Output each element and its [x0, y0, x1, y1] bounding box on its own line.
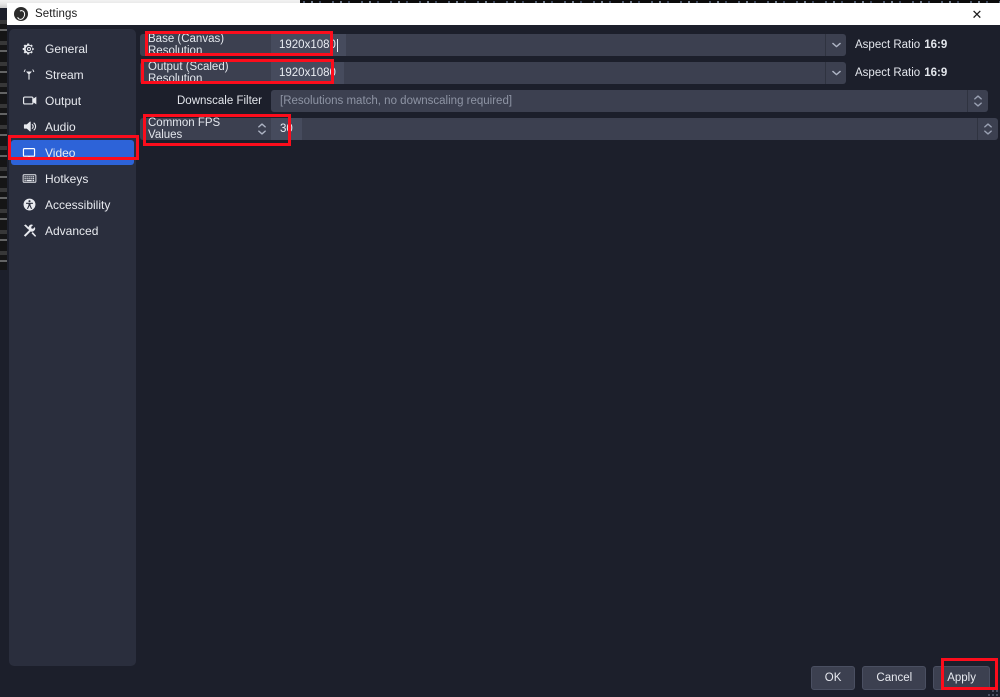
- cancel-button[interactable]: Cancel: [862, 666, 927, 690]
- sidebar-item-label: General: [45, 41, 88, 56]
- chevron-down-icon[interactable]: [825, 62, 846, 84]
- desktop-left-stripes: [0, 20, 7, 270]
- output-scaled-resolution-input[interactable]: 1920x1080: [271, 62, 344, 84]
- accessibility-icon: [21, 197, 37, 213]
- combobox-fill: [345, 34, 825, 56]
- sidebar-item-label: Accessibility: [45, 197, 111, 212]
- output-scaled-resolution-value: 1920x1080: [279, 67, 336, 79]
- video-settings-pane: Base (Canvas) Resolution 1920x1080 Aspec…: [140, 29, 998, 666]
- sidebar-item-stream[interactable]: Stream: [11, 62, 134, 87]
- downscale-filter-combobox[interactable]: [Resolutions match, no downscaling requi…: [271, 90, 988, 112]
- aspect-ratio-value: 16:9: [924, 39, 948, 51]
- sidebar-item-label: Video: [45, 145, 76, 160]
- output-scaled-resolution-combobox[interactable]: 1920x1080: [271, 62, 846, 84]
- base-canvas-resolution-value: 1920x1080: [279, 39, 336, 51]
- fps-type-label: Common FPS Values: [140, 117, 253, 141]
- sidebar-item-hotkeys[interactable]: Hotkeys: [11, 166, 134, 191]
- monitor-icon: [21, 145, 37, 161]
- ok-button[interactable]: OK: [810, 666, 856, 690]
- base-canvas-resolution-input[interactable]: 1920x1080: [271, 34, 346, 56]
- sidebar-item-accessibility[interactable]: Accessibility: [11, 192, 134, 217]
- fps-type-spinner-updown-icon[interactable]: [253, 118, 271, 140]
- sidebar-item-advanced[interactable]: Advanced: [11, 218, 134, 243]
- sidebar-item-label: Output: [45, 93, 82, 108]
- output-aspect-ratio-label: Aspect Ratio 16:9: [846, 62, 947, 84]
- sidebar-item-output[interactable]: Output: [11, 88, 134, 113]
- sidebar-item-video[interactable]: Video: [11, 140, 134, 165]
- dialog-body: General Stream Output Audio Video Hotkey…: [7, 25, 1000, 697]
- base-aspect-ratio-label: Aspect Ratio 16:9: [846, 34, 947, 56]
- settings-window: Settings ✕ General Stream Output Audio V…: [7, 3, 1000, 697]
- broadcast-icon: [21, 67, 37, 83]
- base-canvas-resolution-label: Base (Canvas) Resolution: [140, 33, 271, 57]
- aspect-ratio-prefix: Aspect Ratio: [855, 39, 921, 51]
- output-scaled-resolution-row: Output (Scaled) Resolution 1920x1080 Asp…: [140, 61, 998, 85]
- sidebar-item-label: Audio: [45, 119, 76, 134]
- chevron-down-icon[interactable]: [825, 34, 846, 56]
- sidebar-item-general[interactable]: General: [11, 36, 134, 61]
- text-caret: [336, 38, 338, 52]
- wrench-icon: [21, 223, 37, 239]
- base-canvas-resolution-combobox[interactable]: 1920x1080: [271, 34, 846, 56]
- spinner-updown-icon[interactable]: [977, 118, 998, 140]
- settings-sidebar: General Stream Output Audio Video Hotkey…: [9, 29, 136, 666]
- output-screen-icon: [21, 93, 37, 109]
- aspect-ratio-value: 16:9: [924, 67, 948, 79]
- downscale-filter-placeholder: [Resolutions match, no downscaling requi…: [280, 95, 513, 107]
- aspect-ratio-prefix: Aspect Ratio: [855, 67, 921, 79]
- close-icon[interactable]: ✕: [954, 3, 1000, 25]
- dialog-footer: OK Cancel Apply: [810, 666, 990, 690]
- title-bar: Settings ✕: [7, 3, 1000, 26]
- obs-logo-icon: [14, 7, 28, 21]
- gear-icon: [21, 41, 37, 57]
- common-fps-values-row: Common FPS Values 30: [140, 117, 998, 141]
- sidebar-item-label: Stream: [45, 67, 84, 82]
- keyboard-icon: [21, 171, 37, 187]
- spinner-updown-icon[interactable]: [967, 90, 988, 112]
- fps-value[interactable]: 30: [271, 118, 302, 140]
- sidebar-item-label: Advanced: [45, 223, 99, 238]
- sidebar-item-label: Hotkeys: [45, 171, 89, 186]
- desktop-left-edge: [0, 8, 7, 697]
- speaker-icon: [21, 119, 37, 135]
- apply-button[interactable]: Apply: [933, 666, 990, 690]
- window-title: Settings: [35, 8, 78, 20]
- output-scaled-resolution-label: Output (Scaled) Resolution: [140, 61, 271, 85]
- resize-grip[interactable]: [988, 686, 998, 696]
- base-canvas-resolution-row: Base (Canvas) Resolution 1920x1080 Aspec…: [140, 33, 998, 57]
- combobox-fill: [343, 62, 825, 84]
- downscale-filter-label: Downscale Filter: [177, 95, 262, 107]
- combobox-fill: [301, 118, 977, 140]
- downscale-filter-row: Downscale Filter [Resolutions match, no …: [140, 90, 998, 112]
- sidebar-item-audio[interactable]: Audio: [11, 114, 134, 139]
- fps-value-combobox[interactable]: 30: [271, 118, 998, 140]
